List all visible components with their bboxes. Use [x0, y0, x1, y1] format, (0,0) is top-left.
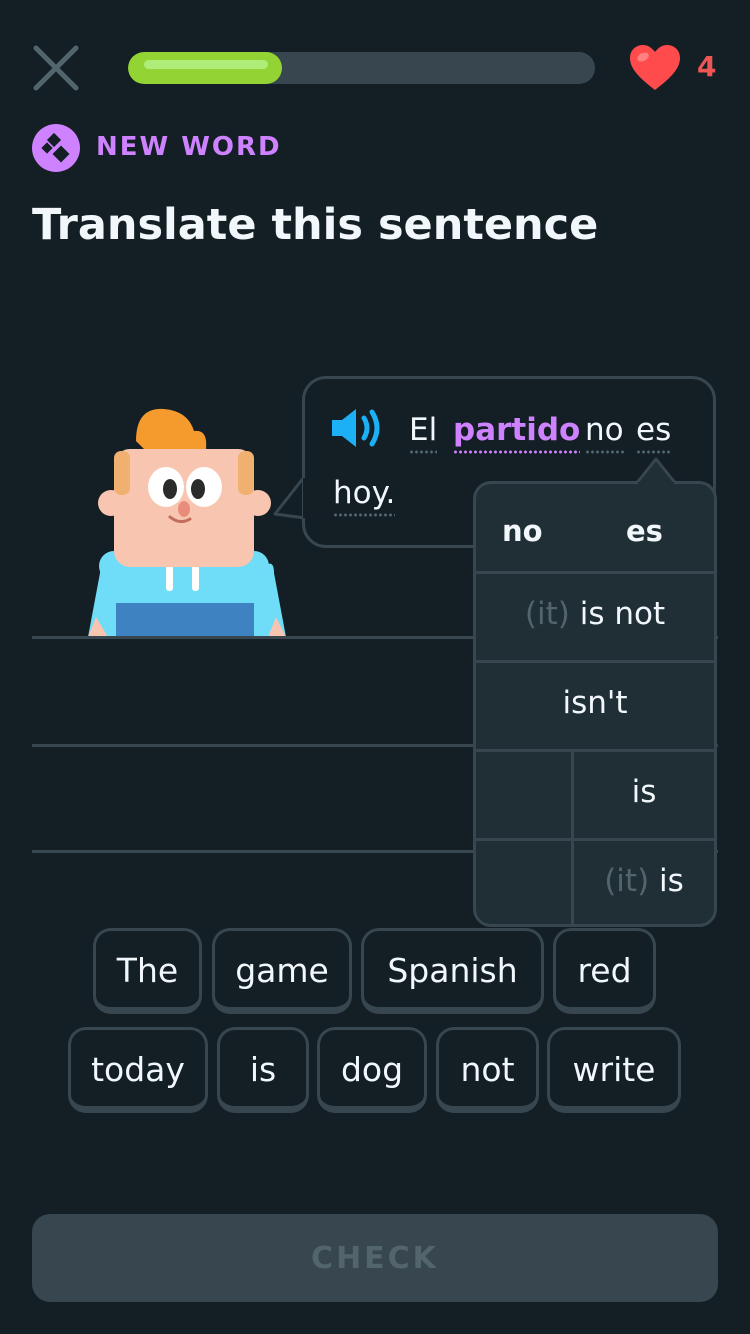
- word-tile[interactable]: Spanish: [361, 928, 544, 1014]
- instruction-title: Translate this sentence: [32, 200, 599, 250]
- progress-bar: [128, 52, 595, 84]
- check-button[interactable]: CHECK: [32, 1214, 718, 1302]
- word-tile[interactable]: The: [93, 928, 202, 1014]
- progress-shine: [144, 60, 268, 69]
- prompt-token[interactable]: hoy.: [333, 475, 396, 517]
- bubble-tail-joint: [303, 478, 310, 518]
- prompt-token[interactable]: no: [585, 412, 624, 454]
- speaker-icon[interactable]: [330, 406, 388, 450]
- prompt-token[interactable]: es: [636, 412, 672, 454]
- prompt-token-new-word[interactable]: partido: [453, 412, 581, 454]
- tooltip-row: is: [476, 749, 714, 838]
- word-tile[interactable]: game: [212, 928, 352, 1014]
- prompt-token[interactable]: El: [409, 412, 438, 454]
- tooltip-row-text: (it) is: [604, 863, 684, 899]
- close-icon[interactable]: [28, 40, 84, 96]
- translation-tooltip: no es (it) is not isn't is (it) is: [473, 481, 717, 927]
- tooltip-row: isn't: [476, 660, 714, 749]
- word-tile[interactable]: write: [547, 1027, 681, 1113]
- tooltip-header: no: [502, 514, 543, 548]
- tooltip-row: (it) is not: [476, 571, 714, 660]
- tooltip-caret: [636, 457, 676, 485]
- tooltip-row: (it) is: [476, 838, 714, 924]
- new-word-icon: [32, 124, 80, 172]
- tooltip-row-text: (it) is not: [524, 596, 666, 632]
- word-tile[interactable]: dog: [317, 1027, 427, 1113]
- tooltip-header: es: [626, 514, 663, 548]
- tooltip-caret-joint: [638, 482, 674, 488]
- heart-icon: [630, 45, 680, 90]
- word-tile[interactable]: red: [553, 928, 656, 1014]
- hearts-count: 4: [697, 50, 717, 83]
- tooltip-row-text: isn't: [562, 685, 628, 721]
- word-tile[interactable]: today: [68, 1027, 208, 1113]
- new-word-label: NEW WORD: [96, 132, 282, 162]
- character-avatar: [88, 408, 286, 637]
- word-tile[interactable]: not: [436, 1027, 539, 1113]
- tooltip-row-text: is: [631, 774, 657, 810]
- word-tile[interactable]: is: [217, 1027, 309, 1113]
